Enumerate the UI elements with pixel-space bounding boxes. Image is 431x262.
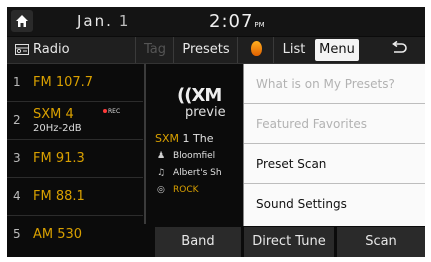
date-day: 1 [118,12,131,30]
genre-row: ◎ ROCK [157,185,199,195]
band-label: SXM [155,132,180,145]
clock-time: 2:07 [209,11,254,32]
preset-item-4[interactable]: 4 FM 88.1 [7,178,143,216]
preset-station: AM 530 [33,227,83,242]
channel-name: 1 The [182,132,214,145]
head-unit-screen: Jan. 1 2:07PM Radio Tag Presets List Menu [7,7,425,257]
scan-button[interactable]: Scan [337,227,425,257]
preset-station: FM 107.7 [33,75,94,90]
preset-station: SXM 4 [33,107,74,122]
list-button[interactable]: List [273,37,314,63]
menu-item-sound-settings[interactable]: Sound Settings [244,184,425,224]
song-title: Albert's Sh [173,168,222,178]
song-row: ♫ Albert's Sh [157,168,222,178]
preset-number: 4 [13,189,21,203]
band-button[interactable]: Band [155,227,241,257]
back-arrow-icon [392,40,407,53]
genre-icon: ◎ [157,185,165,195]
menu-dropdown: What is on My Presets? Featured Favorite… [243,64,425,226]
radio-label: Radio [33,42,70,57]
flame-icon [250,41,262,56]
preset-number: 3 [13,151,21,165]
artist-row: ♟ Bloomfiel [157,151,215,161]
rec-indicator: REC [103,108,120,115]
preset-number: 5 [13,227,21,241]
direct-tune-button[interactable]: Direct Tune [244,227,334,257]
preset-item-3[interactable]: 3 FM 91.3 [7,140,143,178]
date-display: Jan. 1 [77,12,130,30]
genre-name: ROCK [173,185,199,195]
back-button[interactable] [373,37,425,63]
menu-item-featured-favorites[interactable]: Featured Favorites [244,104,425,144]
tag-button[interactable]: Tag [135,37,174,63]
radio-source-button[interactable]: Radio [7,37,135,63]
top-bar: Radio Tag Presets List Menu [7,37,425,64]
clock-ampm: PM [254,21,265,29]
home-button[interactable] [11,10,33,32]
home-icon [16,15,28,27]
preset-station: FM 88.1 [33,189,85,204]
status-bar: Jan. 1 2:07PM [7,7,425,36]
sxm-logo: ((XM [177,85,222,106]
radio-icon [15,44,29,55]
preset-subtitle: 20Hz-2dB [33,123,82,134]
menu-item-what-is-on-my-presets[interactable]: What is on My Presets? [244,64,425,104]
preset-list: 1 FM 107.7 2 SXM 4 20Hz-2dB REC 3 FM 91.… [7,64,143,257]
preset-item-1[interactable]: 1 FM 107.7 [7,64,143,102]
rec-dot-icon [103,109,107,113]
rec-label: REC [108,108,121,115]
preset-station: FM 91.3 [33,151,85,166]
menu-button[interactable]: Menu [315,39,359,61]
channel-info: SXM 1 The [155,132,213,145]
preset-item-2[interactable]: 2 SXM 4 20Hz-2dB REC [7,102,143,140]
favorite-button[interactable] [237,37,274,63]
preset-item-5[interactable]: 5 AM 530 [7,216,143,254]
menu-item-preset-scan[interactable]: Preset Scan [244,144,425,184]
artist-icon: ♟ [157,151,166,161]
preset-number: 2 [13,113,21,127]
channel-preview-text: previe [185,105,226,120]
song-icon: ♫ [157,168,166,178]
clock-display: 2:07PM [209,11,265,32]
artist-name: Bloomfiel [173,151,216,161]
bottom-controls: Band Direct Tune Scan [147,227,425,257]
presets-button[interactable]: Presets [173,37,238,63]
preset-number: 1 [13,75,21,89]
date-month: Jan. [77,12,113,30]
preset-divider [144,64,146,224]
